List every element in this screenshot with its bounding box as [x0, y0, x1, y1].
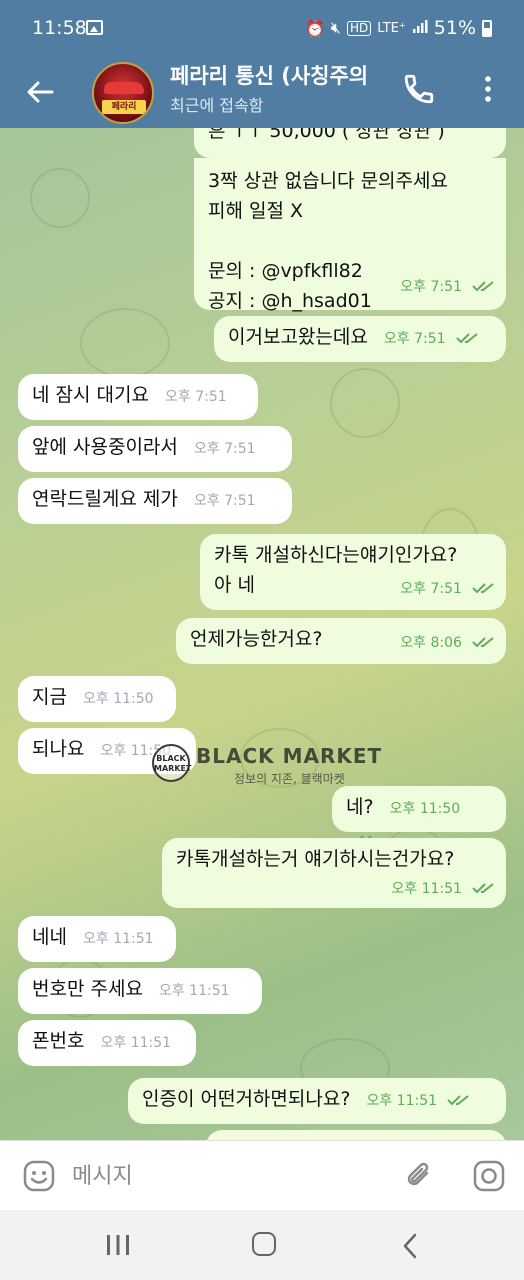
message-bubble-incoming[interactable]: 지금 오후 11:50: [18, 676, 176, 722]
watermark-subtitle: 정보의 지존, 블랙마켓: [234, 772, 345, 786]
message-text: 흔 ↑↑ 50,000 ( 상관 상관 ): [208, 128, 445, 142]
message-bubble-incoming[interactable]: 네네 오후 11:51: [18, 916, 176, 962]
signal-icon: [412, 18, 428, 38]
message-bubble-outgoing[interactable]: 인증이 어떤거하면되나요? 오후 11:51: [128, 1078, 506, 1124]
paperclip-icon[interactable]: [402, 1159, 436, 1193]
more-vertical-icon[interactable]: [476, 74, 500, 104]
message-bubble-incoming[interactable]: 연락드릴게요 제가 오후 7:51: [18, 478, 292, 524]
phone-icon[interactable]: [402, 72, 436, 106]
message-bubble-outgoing[interactable]: 카톡개설하는거 얘기하시는건가요? 오후 11:51: [162, 838, 506, 908]
message-meta: 오후 7:51: [390, 270, 496, 302]
message-time: 오후 7:51: [400, 279, 462, 295]
network-label: LTE⁺: [377, 20, 406, 36]
message-meta: 오후 11:51: [381, 872, 496, 904]
message-text: 앞에 사용중이라서: [32, 436, 178, 458]
message-bubble-incoming[interactable]: 번호만 주세요 오후 11:51: [18, 968, 262, 1014]
avatar-label: 페라리: [102, 100, 146, 114]
message-bubble-outgoing[interactable]: 네? 오후 11:50: [332, 786, 506, 845]
status-bar: 11:58 ⏰ 🔇︎ HD LTE⁺ 51%: [0, 0, 524, 56]
emoji-icon[interactable]: [22, 1159, 56, 1193]
message-text: 네?: [346, 796, 374, 818]
message-bubble-outgoing[interactable]: 언제가능한거요? 오후 8:06: [176, 618, 506, 664]
message-bubble-incoming[interactable]: 폰번호 오후 11:51: [18, 1020, 196, 1066]
battery-label: 51%: [433, 17, 476, 39]
message-time: 오후 7:51: [193, 493, 256, 509]
message-time: 오후 11:51: [100, 1035, 172, 1051]
message-bubble-incoming[interactable]: 네 잠시 대기요 오후 7:51: [18, 374, 258, 420]
message-time: 오후 7:51: [193, 441, 256, 457]
watermark-badge: BLACK MARKET: [152, 744, 191, 782]
system-nav-bar: [0, 1210, 524, 1280]
message-bubble-outgoing[interactable]: [206, 1130, 506, 1140]
message-time: 오후 11:50: [389, 801, 461, 817]
message-bubble-outgoing[interactable]: 3짝 상관 없습니다 문의주세요 피해 일절 X 문의 : @vpfkfll82…: [194, 158, 506, 312]
message-meta: 오후 8:06: [390, 626, 496, 658]
status-indicators: ⏰ 🔇︎ HD LTE⁺ 51%: [305, 17, 492, 39]
message-text: 되나요: [32, 738, 85, 760]
message-time: 오후 11:50: [83, 691, 154, 707]
message-bubble-outgoing[interactable]: 카톡 개설하신다는얘기인가요? 아 네 오후 7:51: [200, 534, 506, 610]
message-bubble-incoming[interactable]: 앞에 사용중이라서 오후 7:51: [18, 426, 292, 472]
avatar[interactable]: 페라리: [92, 62, 154, 124]
message-text: 지금: [32, 686, 67, 708]
chat-area[interactable]: 흔 ↑↑ 50,000 ( 상관 상관 ) 3짝 상관 없습니다 문의주세요 피…: [0, 128, 524, 1140]
message-bubble-outgoing[interactable]: 흔 ↑↑ 50,000 ( 상관 상관 ): [194, 128, 506, 158]
avatar-car: [104, 82, 144, 94]
camera-icon[interactable]: [472, 1159, 506, 1193]
message-text: 이거보고왔는데요: [228, 326, 368, 348]
hd-voice-icon: HD: [347, 20, 372, 36]
message-time: 오후 11:51: [391, 881, 462, 897]
read-ticks-icon: [447, 1094, 469, 1105]
read-ticks-icon: [472, 280, 494, 291]
chat-title[interactable]: 페라리 통신 (사칭주의: [170, 60, 388, 90]
background-doodle: [80, 308, 170, 378]
message-text: 카톡개설하는거 얘기하시는건가요?: [176, 848, 455, 870]
watermark-title: BLACK MARKET: [196, 744, 383, 768]
message-text: 폰번호: [32, 1030, 85, 1052]
message-meta: 오후 7:51: [390, 572, 496, 604]
recent-apps-icon[interactable]: [104, 1232, 132, 1258]
read-ticks-icon: [455, 332, 478, 343]
message-text: 인증이 어떤거하면되나요?: [142, 1088, 351, 1110]
watermark: BLACK MARKET BLACK MARKET 정보의 지존, 블랙마켓: [152, 740, 392, 790]
read-ticks-icon: [472, 882, 494, 893]
message-text: 연락드릴게요 제가: [32, 488, 178, 510]
message-time: 오후 11:51: [366, 1093, 438, 1109]
status-time: 11:58: [32, 17, 87, 39]
message-text: 언제가능한거요?: [190, 628, 323, 650]
back-arrow-icon[interactable]: [24, 76, 56, 108]
home-icon[interactable]: [252, 1232, 276, 1256]
read-ticks-icon: [472, 636, 494, 647]
chat-header: 페라리 페라리 통신 (사칭주의 최근에 접속함: [0, 56, 524, 128]
read-ticks-icon: [472, 582, 494, 593]
message-text: 번호만 주세요: [32, 978, 143, 1000]
message-text: 네네: [32, 926, 67, 948]
image-notification-icon: [86, 20, 103, 35]
message-time: 오후 7:51: [383, 331, 446, 347]
message-input[interactable]: [72, 1159, 382, 1193]
back-chevron-icon[interactable]: [400, 1232, 420, 1260]
message-composer: [0, 1140, 524, 1210]
message-text: 네 잠시 대기요: [32, 384, 149, 406]
mute-icon: 🔇︎: [330, 18, 342, 37]
chat-status: 최근에 접속함: [170, 96, 264, 115]
message-time: 오후 7:51: [165, 389, 227, 405]
message-time: 오후 7:51: [400, 581, 462, 597]
message-bubble-outgoing[interactable]: 이거보고왔는데요 오후 7:51: [214, 316, 506, 362]
background-doodle: [330, 368, 400, 438]
message-time: 오후 11:51: [158, 983, 230, 999]
message-time: 오후 8:06: [400, 635, 462, 651]
alarm-icon: ⏰: [305, 18, 325, 38]
battery-icon: [482, 19, 492, 37]
message-time: 오후 11:51: [83, 931, 154, 947]
background-doodle: [30, 168, 90, 228]
